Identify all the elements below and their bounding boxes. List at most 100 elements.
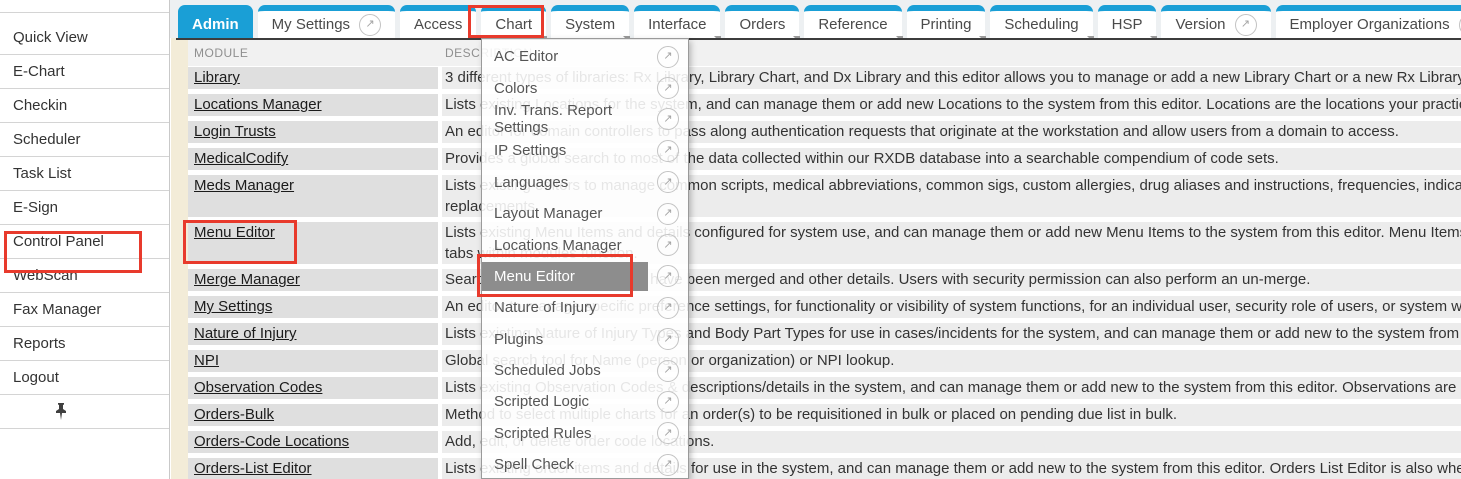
sidebar-item-e-sign[interactable]: E-Sign: [0, 191, 169, 225]
tab-version[interactable]: Version ↗: [1161, 5, 1270, 38]
module-cell: Library: [188, 67, 438, 89]
tab-admin[interactable]: Admin: [178, 5, 253, 38]
menu-item-ip-settings[interactable]: IP Settings↗: [482, 135, 688, 166]
table-body: Library3 different types of libraries: R…: [188, 67, 1461, 479]
sidebar-item-checkin[interactable]: Checkin: [0, 89, 169, 123]
menu-item-scheduled-jobs[interactable]: Scheduled Jobs↗: [482, 355, 688, 386]
tab-chart[interactable]: Chart: [481, 5, 546, 38]
menu-item-label: IP Settings: [494, 142, 657, 159]
sidebar-item-label: WebScan: [13, 267, 78, 284]
tab-system[interactable]: System: [551, 5, 629, 38]
sidebar-item-label: Quick View: [13, 29, 88, 46]
tab-label: Printing: [921, 16, 972, 33]
menu-item-menu-editor[interactable]: Menu Editor↗: [482, 261, 688, 292]
sidebar-item-label: Logout: [13, 369, 59, 386]
tab-orders[interactable]: Orders: [725, 5, 799, 38]
menu-item-spell-check[interactable]: Spell Check↗: [482, 449, 688, 479]
sidebar-item-task-list[interactable]: Task List: [0, 157, 169, 191]
module-link-observation-codes[interactable]: Observation Codes: [194, 379, 322, 396]
tab-printing[interactable]: Printing: [907, 5, 986, 38]
sidebar-item-label: Reports: [13, 335, 66, 352]
sidebar-pin-row[interactable]: [0, 395, 169, 429]
module-link-orders-bulk[interactable]: Orders-Bulk: [194, 406, 274, 423]
module-link-orders-list-editor[interactable]: Orders-List Editor: [194, 460, 312, 477]
table-row: Orders-List EditorLists existing order i…: [188, 458, 1461, 479]
table-row: Merge ManagerSearch tool to view charts …: [188, 269, 1461, 291]
sidebar-item-reports[interactable]: Reports: [0, 327, 169, 361]
menu-item-plugins[interactable]: Plugins↗: [482, 324, 688, 355]
module-link-library[interactable]: Library: [194, 69, 240, 86]
menu-item-label: Scripted Rules: [494, 425, 657, 442]
menu-item-label: Scripted Logic: [494, 393, 657, 410]
tab-reference[interactable]: Reference: [804, 5, 901, 38]
module-link-orders-code-locations[interactable]: Orders-Code Locations: [194, 433, 349, 450]
module-link-login-trusts[interactable]: Login Trusts: [194, 123, 276, 140]
tab-scheduling[interactable]: Scheduling: [990, 5, 1092, 38]
table-row: Orders-BulkMethod to select multiple cha…: [188, 404, 1461, 426]
pin-icon: [55, 403, 67, 420]
external-link-icon: ↗: [657, 46, 679, 68]
sidebar-item-label: Task List: [13, 165, 71, 182]
menu-item-languages[interactable]: Languages↗: [482, 167, 688, 198]
tab-label: HSP: [1112, 16, 1143, 33]
module-cell: Orders-Bulk: [188, 404, 438, 426]
sidebar-item-label: Checkin: [13, 97, 67, 114]
tab-access[interactable]: Access: [400, 5, 476, 38]
sidebar-item-quick-view[interactable]: Quick View: [0, 21, 169, 55]
external-link-icon: ↗: [657, 108, 679, 130]
sidebar-item-logout[interactable]: Logout: [0, 361, 169, 395]
app-window: Quick View E-Chart Checkin Scheduler Task Li…: [0, 0, 1461, 479]
tab-my-settings[interactable]: My Settings ↗: [258, 5, 395, 38]
module-cell: MedicalCodify: [188, 148, 438, 170]
external-link-icon: ↗: [1235, 14, 1257, 36]
module-link-meds-manager[interactable]: Meds Manager: [194, 177, 294, 194]
tab-label: Admin: [192, 16, 239, 33]
menu-item-label: AC Editor: [494, 48, 657, 65]
module-cell: Menu Editor: [188, 222, 438, 264]
tab-label: Chart: [495, 16, 532, 33]
menu-item-inv-trans-report-settings[interactable]: Inv. Trans. Report Settings↗: [482, 104, 688, 135]
menu-item-colors[interactable]: Colors↗: [482, 72, 688, 103]
menu-item-layout-manager[interactable]: Layout Manager↗: [482, 198, 688, 229]
module-link-locations-manager[interactable]: Locations Manager: [194, 96, 322, 113]
module-link-medicalcodify[interactable]: MedicalCodify: [194, 150, 288, 167]
menu-item-locations-manager[interactable]: Locations Manager↗: [482, 229, 688, 260]
module-cell: Observation Codes: [188, 377, 438, 399]
menu-item-scripted-rules[interactable]: Scripted Rules↗: [482, 418, 688, 449]
module-link-merge-manager[interactable]: Merge Manager: [194, 271, 300, 288]
tab-hsp[interactable]: HSP: [1098, 5, 1157, 38]
sidebar-item-control-panel[interactable]: Control Panel: [0, 225, 169, 259]
panel-top-border: [176, 38, 1461, 40]
module-link-nature-of-injury[interactable]: Nature of Injury: [194, 325, 297, 342]
menu-item-nature-of-injury[interactable]: Nature of Injury↗: [482, 292, 688, 323]
table-row: MedicalCodifyProvides a global search to…: [188, 148, 1461, 170]
menu-item-label: Spell Check: [494, 456, 657, 473]
tab-label: Scheduling: [1004, 16, 1078, 33]
sidebar-item-scheduler[interactable]: Scheduler: [0, 123, 169, 157]
menu-item-label: Nature of Injury: [494, 299, 657, 316]
external-link-icon: ↗: [657, 297, 679, 319]
tab-label: Reference: [818, 16, 887, 33]
external-link-icon: ↗: [359, 14, 381, 36]
sidebar-item-webscan[interactable]: WebScan: [0, 259, 169, 293]
sidebar-item-fax-manager[interactable]: Fax Manager: [0, 293, 169, 327]
sidebar: Quick View E-Chart Checkin Scheduler Task Li…: [0, 0, 170, 479]
external-link-icon: ↗: [657, 234, 679, 256]
tab-interface[interactable]: Interface: [634, 5, 720, 38]
tab-label: My Settings: [272, 16, 350, 33]
menu-item-label: Layout Manager: [494, 205, 657, 222]
module-link-npi[interactable]: NPI: [194, 352, 219, 369]
module-cell: Meds Manager: [188, 175, 438, 217]
tab-employer-organizations[interactable]: Employer Organizations↗: [1276, 5, 1461, 38]
external-link-icon: ↗: [657, 422, 679, 444]
sidebar-item-e-chart[interactable]: E-Chart: [0, 55, 169, 89]
menu-item-ac-editor[interactable]: AC Editor↗: [482, 41, 688, 72]
module-link-my-settings[interactable]: My Settings: [194, 298, 272, 315]
module-cell: NPI: [188, 350, 438, 372]
tab-label: Version: [1175, 16, 1225, 33]
sidebar-item-label: Control Panel: [13, 233, 104, 250]
menu-item-label: Inv. Trans. Report Settings: [494, 102, 657, 136]
menu-item-label: Scheduled Jobs: [494, 362, 657, 379]
module-link-menu-editor[interactable]: Menu Editor: [194, 224, 275, 241]
menu-item-scripted-logic[interactable]: Scripted Logic↗: [482, 386, 688, 417]
